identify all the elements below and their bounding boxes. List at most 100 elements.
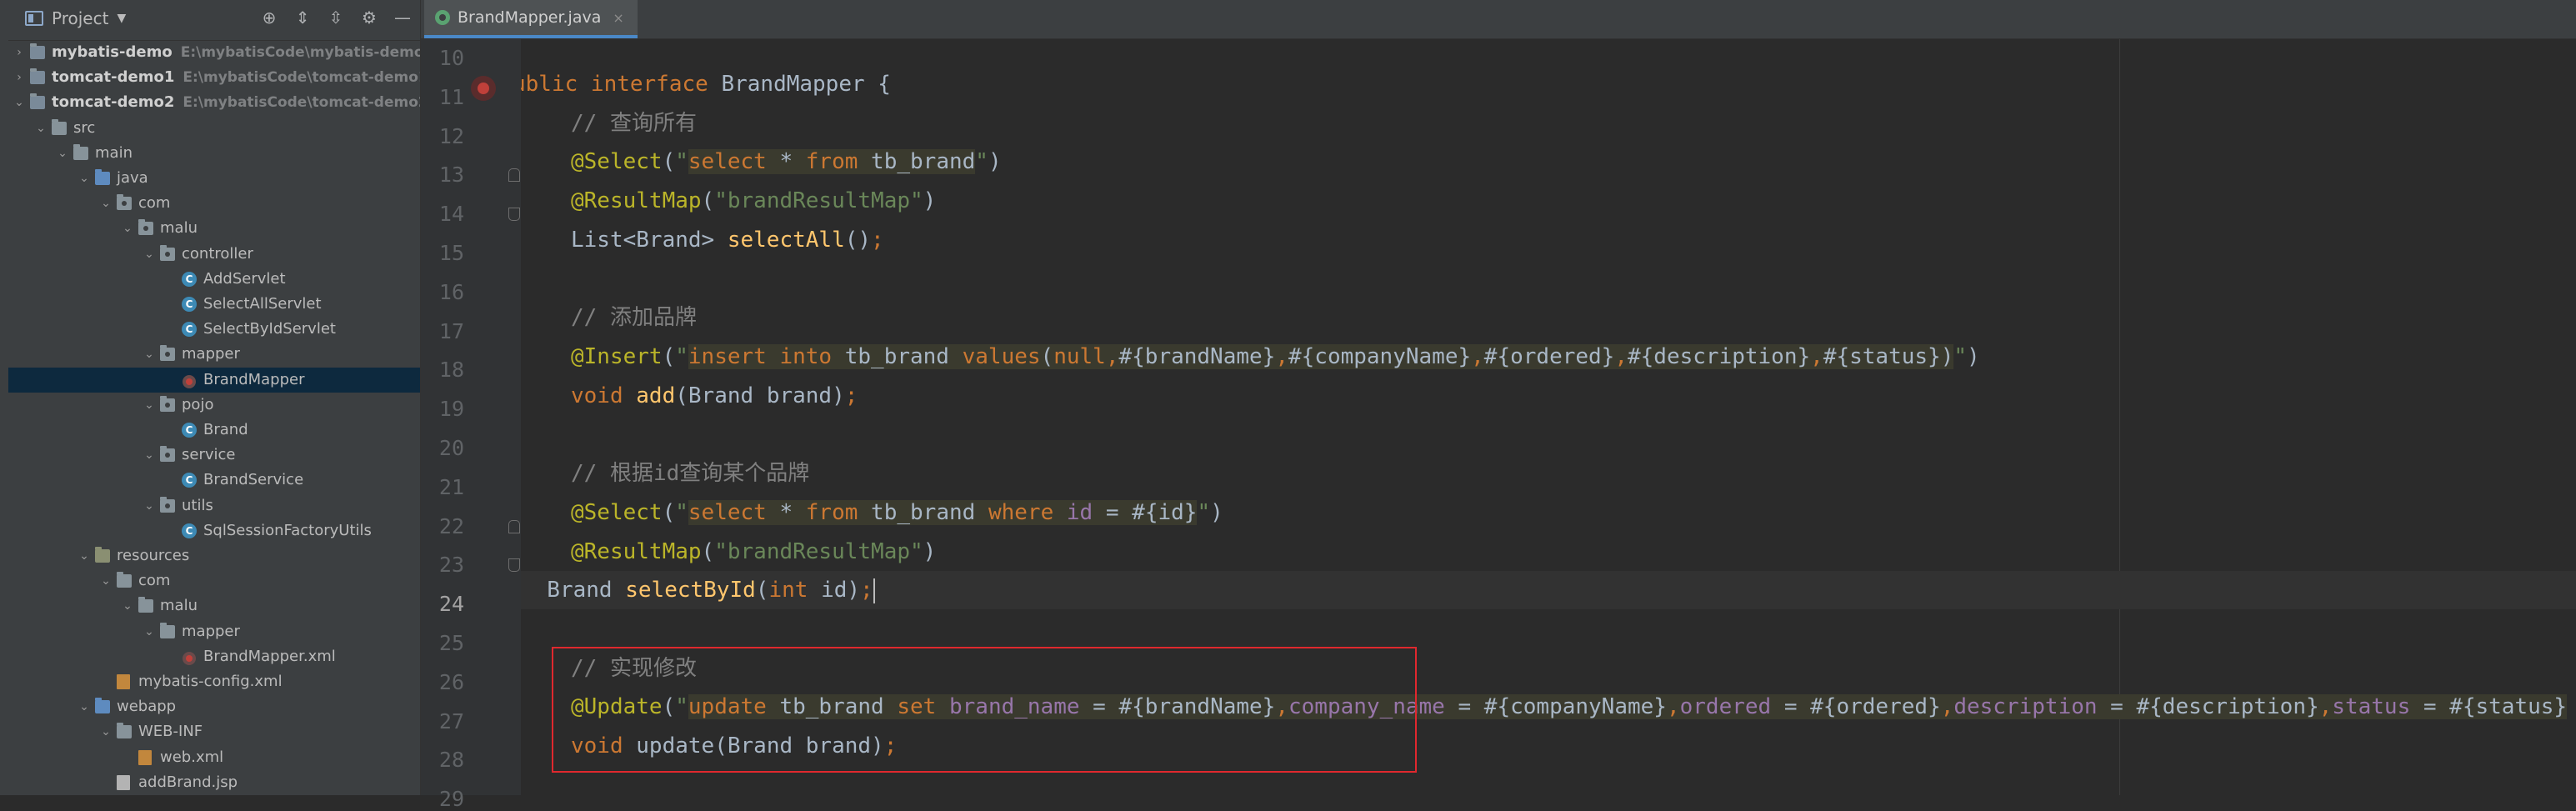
implementation-marker-icon[interactable] <box>471 76 496 101</box>
hide-panel-icon[interactable]: — <box>392 7 413 28</box>
tree-item-web-xml[interactable]: web.xml <box>8 745 420 770</box>
tree-item-label: SelectByIdServlet <box>203 320 336 338</box>
xml-file-icon <box>117 674 130 689</box>
tree-item-label: utils <box>182 496 213 514</box>
tab-brandmapper-java[interactable]: BrandMapper.java × <box>424 0 638 38</box>
locate-file-icon[interactable]: ⊕ <box>258 7 280 28</box>
xml-file-icon <box>138 749 152 765</box>
tree-item-main[interactable]: ⌄ main <box>8 141 420 166</box>
tree-item-malu[interactable]: ⌄ malu <box>8 593 420 618</box>
folder-icon <box>117 572 132 588</box>
chevron-down-icon[interactable]: ⌄ <box>143 342 155 367</box>
chevron-down-icon[interactable]: ⌄ <box>57 141 68 166</box>
tree-item-brandmapper-xml[interactable]: BrandMapper.xml <box>8 644 420 669</box>
tree-item-java[interactable]: ⌄ java <box>8 166 420 191</box>
chevron-down-icon[interactable]: ⌄ <box>143 619 155 644</box>
tree-item-label: WEB-INF <box>138 723 203 741</box>
tree-item-sqlsessionfactoryutils[interactable]: C SqlSessionFactoryUtils <box>8 518 420 543</box>
chevron-down-icon[interactable]: ⌄ <box>100 719 112 744</box>
tree-item-selectbyidservlet[interactable]: C SelectByIdServlet <box>8 317 420 342</box>
class-icon: C <box>182 473 197 488</box>
package-icon <box>160 496 175 513</box>
tree-item-service[interactable]: ⌄ service <box>8 443 420 468</box>
tree-item-webapp[interactable]: ⌄ webapp <box>8 694 420 719</box>
chevron-down-icon[interactable]: ⌄ <box>13 90 25 115</box>
line-number-20: 20 <box>438 436 464 460</box>
chevron-down-icon[interactable]: ⌄ <box>122 593 133 618</box>
tree-item-label: mapper <box>182 345 240 363</box>
chevron-down-icon[interactable]: ⌄ <box>78 543 90 568</box>
tree-item-brandservice[interactable]: C BrandService <box>8 468 420 493</box>
project-panel: Project ▼ ⊕ ⇕ ⇳ ⚙ — › mybatis-demo E:\myba… <box>8 0 421 795</box>
chevron-down-icon[interactable]: ⌄ <box>100 568 112 593</box>
line-number-25: 25 <box>438 631 464 655</box>
tree-item-web-inf[interactable]: ⌄ WEB-INF <box>8 719 420 744</box>
close-icon[interactable]: × <box>613 10 623 26</box>
line-number-24: 24 <box>438 592 464 617</box>
tree-item-utils[interactable]: ⌄ utils <box>8 493 420 518</box>
code-line-22: @Select("select * from tb_brand where id… <box>571 500 1223 525</box>
package-icon <box>138 219 153 236</box>
java-interface-icon <box>435 10 450 25</box>
tree-item-selectallservlet[interactable]: C SelectAllServlet <box>8 292 420 317</box>
tree-item-src[interactable]: ⌄ src <box>8 116 420 141</box>
chevron-right-icon[interactable]: › <box>13 65 25 90</box>
tree-item-addbrand-jsp[interactable]: addBrand.jsp <box>8 770 420 795</box>
line-number-13: 13 <box>438 163 464 188</box>
chevron-down-icon[interactable]: ⌄ <box>35 116 47 141</box>
tree-item-addservlet[interactable]: C AddServlet <box>8 267 420 292</box>
chevron-down-icon[interactable]: ⌄ <box>78 694 90 719</box>
tree-item-mybatis-config-xml[interactable]: mybatis-config.xml <box>8 669 420 694</box>
module-path: E:\mybatisCode\tomcat-demo2 <box>183 94 421 112</box>
tree-item-label: web.xml <box>160 748 224 766</box>
folder-icon <box>138 597 153 613</box>
tree-item-mybatis-demo[interactable]: › mybatis-demo E:\mybatisCode\mybatis-demo <box>8 40 420 65</box>
tree-item-label: mybatis-config.xml <box>138 673 283 690</box>
tree-item-controller[interactable]: ⌄ controller <box>8 242 420 267</box>
chevron-down-icon[interactable]: ⌄ <box>143 393 155 418</box>
tree-item-brandmapper[interactable]: BrandMapper <box>8 367 420 393</box>
chevron-down-icon[interactable]: ⌄ <box>143 493 155 518</box>
tree-item-label: malu <box>160 597 198 615</box>
folder-blue-icon <box>95 169 110 185</box>
line-number-21: 21 <box>438 474 464 499</box>
chevron-down-icon[interactable]: ⌄ <box>100 191 112 216</box>
tree-item-mapper[interactable]: ⌄ mapper <box>8 619 420 644</box>
editor-gutter: 10 11 12 13 14 15 16 17 18 19 20 21 22 23 24 25 26 27 28 29 <box>421 39 521 811</box>
tree-item-com[interactable]: ⌄ com <box>8 568 420 593</box>
tree-item-mapper[interactable]: ⌄ mapper <box>8 342 420 367</box>
line-number-16: 16 <box>438 279 464 304</box>
class-icon: C <box>182 297 197 312</box>
fold-marker-icon[interactable] <box>508 558 520 573</box>
package-icon <box>160 395 175 412</box>
chevron-down-icon[interactable]: ⌄ <box>122 216 133 241</box>
tree-item-malu[interactable]: ⌄ malu <box>8 216 420 241</box>
tree-item-label: tomcat-demo1 E:\mybatisCode\tomcat-demo1 <box>52 65 420 90</box>
tree-item-label: com <box>138 194 171 213</box>
tree-item-tomcat-demo1[interactable]: › tomcat-demo1 E:\mybatisCode\tomcat-demo1 <box>8 65 420 90</box>
tree-item-resources[interactable]: ⌄ resources <box>8 543 420 568</box>
editor-tab-bar: BrandMapper.java × <box>421 0 2576 39</box>
chevron-down-icon[interactable]: ⌄ <box>143 242 155 267</box>
class-icon: C <box>182 523 197 538</box>
line-number-14: 14 <box>438 202 464 227</box>
tree-item-label: java <box>117 169 148 187</box>
tree-item-tomcat-demo2[interactable]: ⌄ tomcat-demo2 E:\mybatisCode\tomcat-demo2 <box>8 90 420 115</box>
tree-item-pojo[interactable]: ⌄ pojo <box>8 393 420 418</box>
fold-marker-icon[interactable] <box>508 168 520 183</box>
tree-item-com[interactable]: ⌄ com <box>8 191 420 216</box>
chevron-down-icon[interactable]: ⌄ <box>78 166 90 191</box>
fold-marker-icon[interactable] <box>508 519 520 533</box>
chevron-right-icon[interactable]: › <box>13 40 25 65</box>
expand-all-icon[interactable]: ⇕ <box>292 7 313 28</box>
collapse-all-icon[interactable]: ⇳ <box>325 7 347 28</box>
tree-item-brand[interactable]: C Brand <box>8 418 420 443</box>
project-view-selector[interactable]: Project ▼ <box>25 8 126 28</box>
chevron-down-icon[interactable]: ⌄ <box>143 443 155 468</box>
code-line-15: List<Brand> selectAll(); <box>571 228 884 253</box>
fold-marker-icon[interactable] <box>508 208 520 222</box>
code-editor[interactable]: ublic interface BrandMapper { // 查询所有 @S… <box>521 39 2576 795</box>
gear-icon[interactable]: ⚙ <box>358 7 380 28</box>
code-line-23: @ResultMap("brandResultMap") <box>571 539 937 564</box>
line-number-22: 22 <box>438 513 464 538</box>
